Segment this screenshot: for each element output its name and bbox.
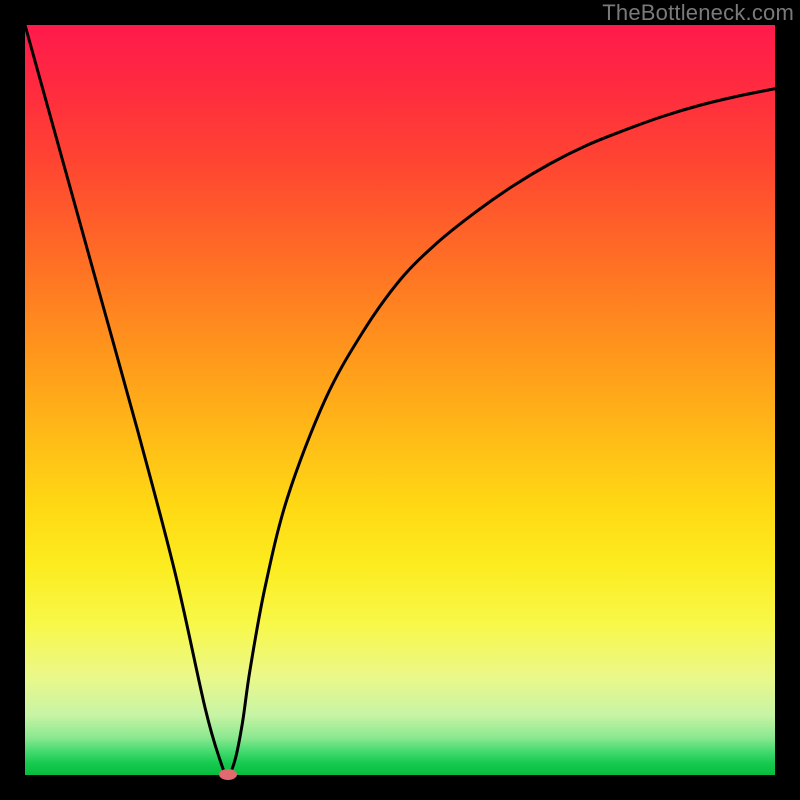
watermark-text: TheBottleneck.com [602, 0, 794, 26]
optimal-point-marker [219, 769, 237, 780]
bottleneck-curve-path [25, 25, 775, 775]
curve-svg [25, 25, 775, 775]
chart-frame: TheBottleneck.com [0, 0, 800, 800]
plot-area [25, 25, 775, 775]
